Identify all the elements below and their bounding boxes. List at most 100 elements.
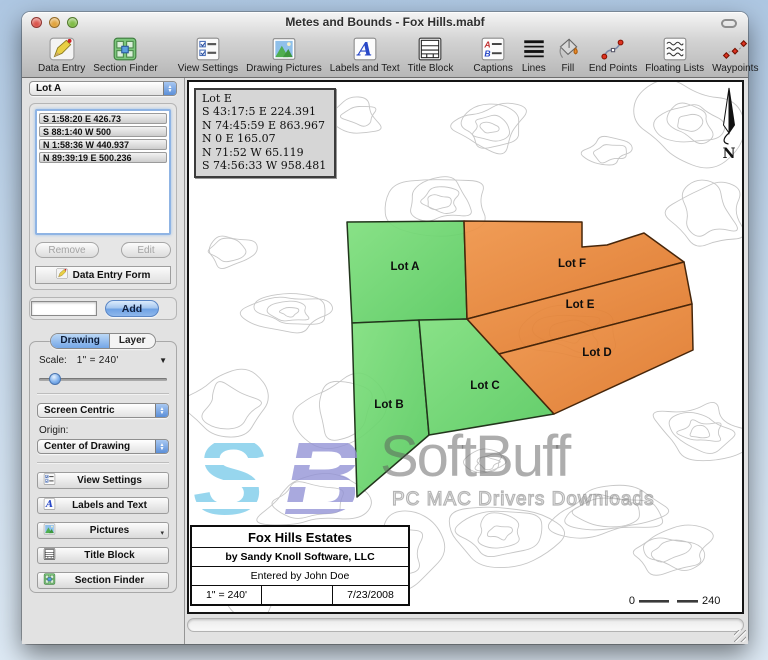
toolbar-item-floating-lists[interactable]: Floating Lists <box>641 35 708 74</box>
call-row[interactable]: S 1:58:20 E 426.73 <box>39 113 167 124</box>
toolbar-item-section-finder[interactable]: Section Finder <box>89 35 161 74</box>
section-grid-icon <box>112 35 138 62</box>
calls-group: S 1:58:20 E 426.73 S 88:1:40 W 500 N 1:58:… <box>29 103 177 290</box>
toolbar-item-labels-and-text[interactable]: A Labels and Text <box>326 35 404 74</box>
data-entry-form-label: Data Entry Form <box>72 269 151 281</box>
toolbar-item-view-settings[interactable]: View Settings <box>174 35 242 74</box>
title-block-subtitle: by Sandy Knoll Software, LLC <box>192 548 408 567</box>
scale-value: 1" = 240' <box>76 355 119 366</box>
call-list[interactable]: S 1:58:20 E 426.73 S 88:1:40 W 500 N 1:58:… <box>35 109 171 235</box>
svg-text:B: B <box>484 48 490 58</box>
add-group: Add <box>29 297 177 320</box>
letter-a-icon: A <box>352 35 378 62</box>
lot-info-line: N 74:45:59 E 863.967 <box>202 118 326 132</box>
lot-info-line: N 0 E 165.07 <box>202 132 276 146</box>
lot-info-line: N 71:52 W 65.119 <box>202 145 304 159</box>
stepper-icon: ▲ ▼ <box>155 404 168 417</box>
call-row[interactable]: N 1:58:36 W 440.937 <box>39 139 167 150</box>
picture-icon <box>271 35 297 62</box>
floating-lists-icon <box>662 35 688 62</box>
drawing-canvas[interactable]: Lot A Lot B Lot C Lot F Lot E Lot D N 0 240 S <box>187 80 744 614</box>
softbuff-logo: S B <box>193 420 361 520</box>
origin-label: Origin: <box>39 425 69 436</box>
app-window: Metes and Bounds - Fox Hills.mabf Data E… <box>22 12 758 644</box>
map-area: Lot A Lot B Lot C Lot F Lot E Lot D N 0 240 S <box>185 78 748 644</box>
slider-thumb[interactable] <box>49 373 61 385</box>
svg-text:A: A <box>356 39 372 60</box>
traffic-lights <box>31 17 78 28</box>
view-mode-value: Screen Centric <box>44 405 115 416</box>
panel-button-title-block[interactable]: Title Block <box>37 547 169 564</box>
scale-label: Scale: <box>39 355 67 366</box>
close-button[interactable] <box>31 17 42 28</box>
resize-grip[interactable] <box>734 630 746 642</box>
add-call-input[interactable] <box>31 301 97 316</box>
lot-info-line: S 74:56:33 W 958.481 <box>202 159 327 173</box>
toolbar-item-captions[interactable]: A B Captions <box>469 35 516 74</box>
end-points-icon <box>600 35 626 62</box>
panel-button-pictures[interactable]: Pictures ▾ <box>37 522 169 539</box>
edit-button[interactable]: Edit <box>121 242 171 258</box>
watermark-name: SoftBuff <box>380 424 571 489</box>
view-mode-select[interactable]: Screen Centric ▲ ▼ <box>37 403 169 418</box>
title-block-date: 7/23/2008 <box>347 589 394 601</box>
scale-bar: 0 240 <box>629 595 720 607</box>
tab-drawing[interactable]: Drawing <box>51 334 110 348</box>
lot-info-line: S 43:17:5 E 224.391 <box>202 105 316 119</box>
toolbar-toggle-button[interactable] <box>721 19 737 28</box>
svg-text:0: 0 <box>629 595 635 607</box>
call-row[interactable]: N 89:39:19 E 500.236 <box>39 152 167 163</box>
origin-select[interactable]: Center of Drawing ▲ ▼ <box>37 439 169 454</box>
checklist-icon <box>43 472 56 490</box>
drawing-panel: Scale: 1" = 240' ▼ Screen Centric ▲ ▼ Ori… <box>29 341 177 593</box>
letter-a-icon: A <box>43 497 56 515</box>
lot-selector[interactable]: Lot A ▲ ▼ <box>29 81 177 96</box>
scale-caret-icon[interactable]: ▼ <box>159 356 167 365</box>
horizontal-scrollbar[interactable] <box>187 618 744 632</box>
toolbar-item-data-entry[interactable]: Data Entry <box>34 35 89 74</box>
toolbar-item-end-points[interactable]: End Points <box>585 35 641 74</box>
panel-button-labels-and-text[interactable]: A Labels and Text <box>37 497 169 514</box>
title-block-entered-by: Entered by John Doe <box>192 567 408 586</box>
toolbar-item-title-block[interactable]: Title Block <box>404 35 458 74</box>
drawing-layer-tabs: Drawing Layer <box>29 333 177 349</box>
watermark-tagline: PC MAC Drivers Downloads <box>391 488 655 510</box>
picture-icon <box>43 522 56 540</box>
stepper-icon: ▲ ▼ <box>155 440 168 453</box>
paint-bucket-icon <box>555 35 581 62</box>
title-block-title: Fox Hills Estates <box>192 527 408 548</box>
add-button[interactable]: Add <box>105 300 159 317</box>
lines-icon <box>521 35 547 62</box>
pencil-icon <box>49 35 75 62</box>
waypoints-icon <box>722 35 748 62</box>
scale-slider[interactable] <box>39 373 167 385</box>
titlebar: Metes and Bounds - Fox Hills.mabf <box>22 12 748 32</box>
title-block-empty-cell <box>262 586 333 604</box>
data-entry-form-button[interactable]: Data Entry Form <box>35 266 171 284</box>
lot-selector-value: Lot A <box>36 83 62 94</box>
panel-button-view-settings[interactable]: View Settings <box>37 472 169 489</box>
title-block: Fox Hills Estates by Sandy Knoll Softwar… <box>190 525 410 606</box>
window-title: Metes and Bounds - Fox Hills.mabf <box>285 15 485 29</box>
origin-value: Center of Drawing <box>44 441 131 452</box>
toolbar-item-fill[interactable]: Fill <box>551 35 585 74</box>
svg-text:B: B <box>283 420 361 520</box>
toolbar-item-waypoints[interactable]: Waypoints <box>708 35 762 74</box>
toolbar-item-lines[interactable]: Lines <box>517 35 551 74</box>
minimize-button[interactable] <box>49 17 60 28</box>
call-row[interactable]: S 88:1:40 W 500 <box>39 126 167 137</box>
toolbar: Data Entry Section Finder View Settings Dra… <box>22 32 758 77</box>
pencil-icon <box>55 268 68 282</box>
remove-button[interactable]: Remove <box>35 242 99 258</box>
lot-info-title: Lot E <box>202 92 232 105</box>
lot-label: Lot B <box>374 399 403 411</box>
toolbar-item-drawing-pictures[interactable]: Drawing Pictures <box>242 35 326 74</box>
tab-layer[interactable]: Layer <box>110 334 155 348</box>
title-block-scale: 1" = 240' <box>192 586 262 604</box>
zoom-button[interactable] <box>67 17 78 28</box>
lot-label: Lot F <box>558 258 586 270</box>
panel-button-section-finder[interactable]: Section Finder <box>37 572 169 589</box>
title-block-icon <box>417 35 443 62</box>
stepper-icon: ▲ ▼ <box>163 82 176 95</box>
window-header: Metes and Bounds - Fox Hills.mabf Data E… <box>22 12 758 78</box>
